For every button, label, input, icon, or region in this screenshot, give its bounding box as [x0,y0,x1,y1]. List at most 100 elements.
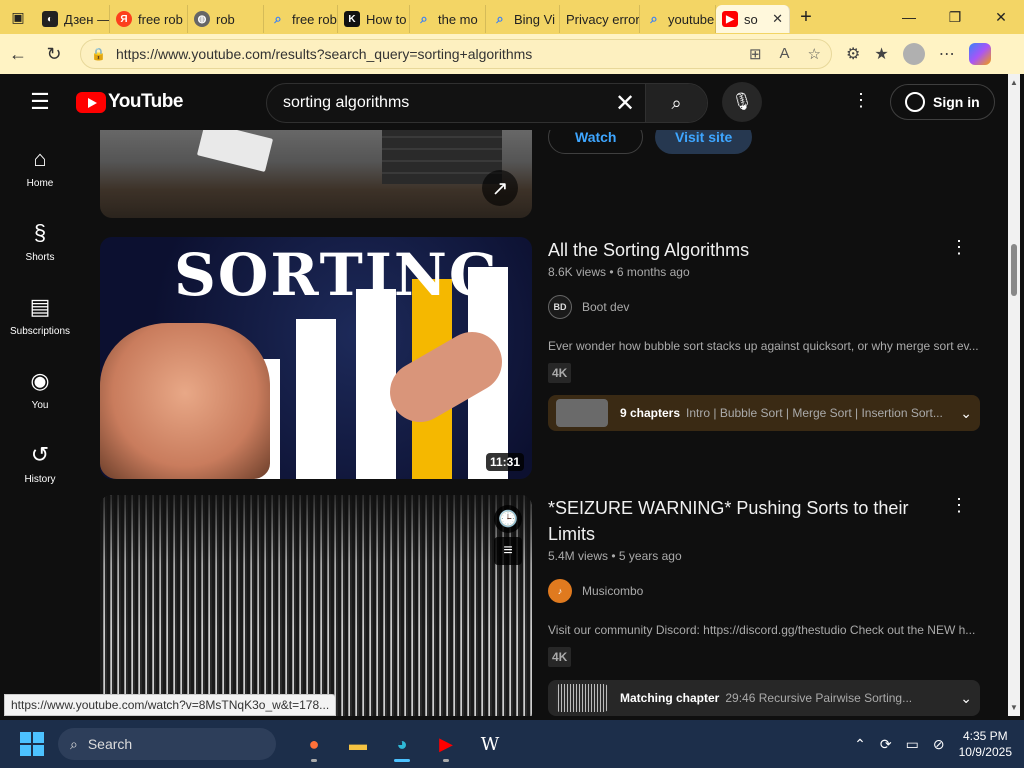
clear-search-icon[interactable]: ✕ [605,89,645,118]
sync-icon[interactable]: ⟳ [880,736,892,753]
app-available-icon[interactable]: ⊞ [749,45,762,63]
minimize-icon[interactable]: — [886,9,932,26]
chapters-row[interactable]: 9 chapters Intro | Bubble Sort | Merge S… [548,395,980,431]
workspaces-icon[interactable]: ▣ [0,0,36,34]
back-icon[interactable]: ← [0,44,36,65]
close-window-icon[interactable]: ✕ [978,9,1024,26]
clock[interactable]: 4:35 PM 10/9/2025 [959,728,1012,760]
thumb-title-text: SORTING [174,241,501,309]
wikipedia-icon[interactable]: W [470,724,510,764]
more-menu-icon[interactable]: ⋯ [939,44,955,64]
more-actions-icon[interactable]: ⋮ [950,237,968,258]
sidebar-item-home[interactable]: ⌂ Home [4,130,76,204]
read-aloud-icon[interactable]: A [780,45,790,63]
tab-how-to[interactable]: K How to [338,5,410,33]
youtube-logo[interactable]: YouTube [76,91,183,113]
tab-the-mo[interactable]: ⌕ the mo [410,5,486,33]
close-tab-icon[interactable]: ✕ [772,11,783,27]
network-icon[interactable]: ⊘ [933,736,945,753]
sidebar-label: History [24,473,56,485]
home-icon: ⌂ [33,145,47,171]
page-scrollbar[interactable]: ▲ ▼ [1008,74,1020,716]
video-thumbnail-sorting[interactable]: SORTING 11:31 [100,237,532,479]
tab-free-rob-search[interactable]: ⌕ free rob [264,5,338,33]
copilot-icon[interactable] [968,43,991,65]
scrollbar-thumb[interactable] [1011,244,1017,296]
tab-youtube-search[interactable]: ⌕ youtube [640,5,716,33]
open-external-icon[interactable]: ↗ [482,170,518,206]
matching-chapter-row[interactable]: Matching chapter 29:46 Recursive Pairwis… [548,680,980,716]
shorts-icon: § [33,219,47,245]
favorite-star-icon[interactable]: ☆ [808,45,821,63]
sidebar-item-history[interactable]: ↺ History [4,426,76,500]
ad-thumbnail[interactable]: ↗ [100,124,532,218]
dzen-icon: ◐ [42,11,58,27]
new-tab-button[interactable]: + [790,6,822,29]
lock-icon[interactable]: 🔒 [91,47,106,61]
sign-in-button[interactable]: Sign in [890,84,995,120]
file-explorer-icon[interactable]: ▬ [338,724,378,764]
chevron-down-icon[interactable]: ⌄ [960,690,972,707]
menu-icon[interactable]: ☰ [4,89,76,115]
favorites-icon[interactable]: ★ [874,44,888,64]
tab-dzen[interactable]: ◐ Дзен — [36,5,110,33]
tab-bing-vi[interactable]: ⌕ Bing Vi [486,5,560,33]
paper [196,124,274,172]
taskbar-search[interactable]: ⌕ Search [58,728,276,760]
tab-youtube-active[interactable]: ▶ so ✕ [716,5,790,33]
k-icon: K [344,11,360,27]
channel-avatar[interactable]: ♪ [548,579,572,603]
display-icon[interactable]: ▭ [906,736,919,753]
channel-row[interactable]: BD Boot dev [548,295,982,319]
sidebar-item-shorts[interactable]: § Shorts [4,204,76,278]
firefox-icon[interactable]: ● [294,724,334,764]
sidebar-item-subscriptions[interactable]: ▤ Subscriptions [4,278,76,352]
presenter-face [100,323,270,479]
extensions-icon[interactable]: ⚙ [846,44,860,64]
channel-avatar[interactable]: BD [548,295,572,319]
tab-free-rob-yandex[interactable]: Я free rob [110,5,188,33]
video-thumbnail-seizure[interactable]: 🕒 ≡ [100,495,532,716]
channel-row[interactable]: ♪ Musicombo [548,579,982,603]
tab-label: rob [216,11,235,27]
scroll-up-arrow-icon[interactable]: ▲ [1010,78,1018,87]
start-button[interactable] [20,732,44,756]
chevron-up-icon[interactable]: ⌃ [854,736,866,753]
youtube-icon: ▶ [722,11,738,27]
tab-label: Privacy error [566,11,640,27]
logo-text: YouTube [108,91,183,112]
taskbar-search-label: Search [87,736,133,752]
chapters-count: 9 chapters [620,406,681,420]
chapter-thumbnail [556,684,608,712]
tab-rob[interactable]: ◍ rob [188,5,264,33]
refresh-icon[interactable]: ↻ [36,44,72,65]
sidebar-label: Shorts [25,251,55,263]
profile-avatar[interactable] [902,43,925,65]
voice-search-button[interactable]: 🎙 [722,82,762,122]
search-input[interactable]: sorting algorithms [267,94,605,112]
channel-name[interactable]: Boot dev [582,300,629,314]
add-to-queue-icon[interactable]: ≡ [494,537,522,565]
wikipedia-glyph: W [480,733,500,755]
chevron-down-icon[interactable]: ⌄ [960,405,972,422]
restore-icon[interactable]: ❐ [932,9,978,26]
video-title[interactable]: *SEIZURE WARNING* Pushing Sorts to their… [548,495,938,547]
sidebar-item-you[interactable]: ◉ You [4,352,76,426]
tab-privacy-error[interactable]: Privacy error [560,5,640,33]
history-icon: ↺ [30,441,50,467]
search-icon: ⌕ [70,735,78,752]
youtube-app-icon[interactable]: ▶ [426,724,466,764]
edge-icon[interactable]: ◕ [382,724,422,764]
channel-name[interactable]: Musicombo [582,584,643,598]
scroll-down-arrow-icon[interactable]: ▼ [1010,703,1018,712]
tab-label: Bing Vi [514,11,555,27]
matching-chapter-label: Matching chapter [620,691,720,705]
video-title[interactable]: All the Sorting Algorithms [548,237,938,263]
watch-later-icon[interactable]: 🕒 [494,505,522,533]
search-button[interactable]: ⌕ [645,84,707,122]
sidebar-label: Subscriptions [9,325,71,337]
address-bar[interactable]: 🔒 https://www.youtube.com/results?search… [80,39,832,69]
tab-label: How to [366,11,407,27]
more-actions-icon[interactable]: ⋮ [950,495,968,516]
settings-kebab-icon[interactable]: ⋮ [852,90,870,111]
